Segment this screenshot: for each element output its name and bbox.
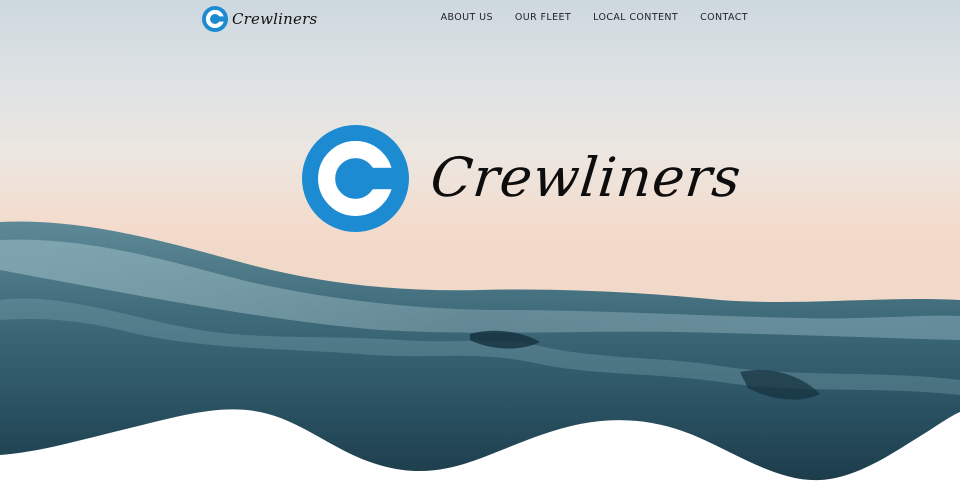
hero-section: Crewliners ABOUT US OUR FLEET LOCAL CONT… <box>0 0 960 485</box>
hero-logo-text: Crewliners <box>427 146 745 209</box>
header-logo-text: Crewliners <box>232 10 318 28</box>
nav-link-our-fleet[interactable]: OUR FLEET <box>515 12 571 23</box>
top-navigation-bar: Crewliners ABOUT US OUR FLEET LOCAL CONT… <box>0 0 960 38</box>
nav-link-about-us[interactable]: ABOUT US <box>441 12 493 23</box>
crewliners-logo-icon <box>202 6 228 32</box>
nav-link-contact[interactable]: CONTACT <box>700 12 748 23</box>
hero-logo: Crewliners <box>302 124 745 232</box>
crewliners-logo-large-icon <box>302 124 409 232</box>
header-logo[interactable]: Crewliners <box>202 6 317 32</box>
nav-link-local-content[interactable]: LOCAL CONTENT <box>593 12 678 23</box>
ocean-background <box>0 221 960 485</box>
main-nav: ABOUT US OUR FLEET LOCAL CONTENT CONTACT <box>441 12 748 23</box>
